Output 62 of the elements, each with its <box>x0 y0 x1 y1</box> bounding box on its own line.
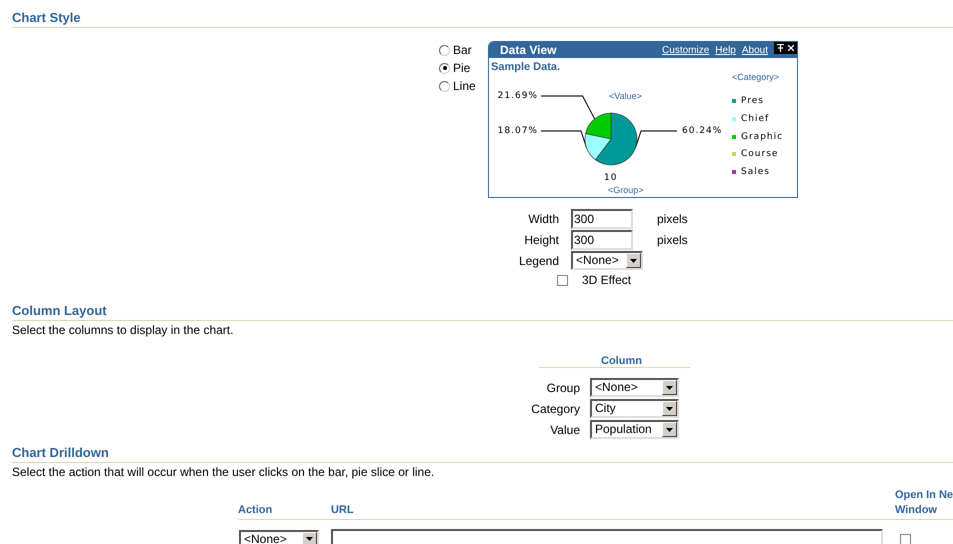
legend-title: <Category> <box>732 72 780 82</box>
radio-button[interactable] <box>439 44 450 56</box>
data-label: 21.69% <box>498 91 538 101</box>
column-header: URL <box>330 504 354 516</box>
unit-label: pixels <box>657 210 688 228</box>
section-title: Column Layout <box>12 303 107 319</box>
dropdown[interactable]: <None> <box>239 530 319 544</box>
dropdown[interactable]: City <box>590 399 679 418</box>
panel-title: Data View <box>500 42 558 59</box>
group-value: 10 <box>604 173 618 183</box>
section-description: Select the action that will occur when the user clicks on the bar, pie slice or line. <box>12 465 434 479</box>
radio-label: Bar <box>453 42 472 59</box>
field-label: Width <box>527 210 560 228</box>
checkbox-label: 3D Effect <box>582 272 632 289</box>
leader-line <box>540 96 596 120</box>
legend-label: Sales <box>741 167 770 178</box>
link[interactable]: Help <box>715 42 736 58</box>
field-label: Value <box>549 422 581 438</box>
checkbox[interactable] <box>557 274 568 286</box>
column-header: Column <box>601 355 642 367</box>
unit-label: pixels <box>657 232 688 248</box>
radio-button[interactable] <box>439 80 450 92</box>
legend-label: Chief <box>741 114 770 124</box>
section-title: Chart Style <box>12 10 81 26</box>
caret-icon <box>666 428 673 432</box>
pin-icon[interactable] <box>777 44 784 52</box>
dropdown[interactable]: Population <box>590 420 679 439</box>
input-field[interactable]: 300 <box>571 230 633 250</box>
input-field[interactable] <box>331 529 883 544</box>
link[interactable]: About <box>742 42 768 58</box>
column-header: Action <box>238 503 274 518</box>
caret-icon <box>666 386 673 390</box>
legend-label: Graphic <box>741 132 784 142</box>
field-label: Category <box>530 400 581 418</box>
column-header: Open In Ne <box>894 488 953 503</box>
data-label: 18.07% <box>498 126 538 136</box>
dropdown[interactable]: <None> <box>571 251 643 270</box>
section-description: Select the columns to display in the chart. <box>12 323 234 337</box>
link[interactable]: Customize <box>662 42 710 58</box>
close-icon[interactable] <box>788 45 794 51</box>
leader-line <box>540 130 588 149</box>
radio-label: Pie <box>453 60 470 77</box>
axis-label: <Value> <box>609 91 642 101</box>
field-label: Legend <box>518 252 560 270</box>
data-label: 60.24% <box>682 126 722 136</box>
checkbox[interactable] <box>900 534 911 544</box>
input-field[interactable]: 300 <box>571 208 633 228</box>
legend-label: Course <box>741 149 778 160</box>
legend-label: Pres <box>741 96 764 106</box>
field-label: Group <box>546 380 581 396</box>
caret-icon <box>306 537 313 541</box>
dropdown[interactable]: <None> <box>590 378 679 397</box>
chart-subtitle: Sample Data. <box>491 61 560 73</box>
leader-line <box>635 130 678 148</box>
radio-label: Line <box>453 78 476 95</box>
caret-icon <box>666 406 673 410</box>
caret-icon <box>630 258 637 262</box>
section-title: Chart Drilldown <box>12 445 109 461</box>
radio-button[interactable] <box>439 62 450 74</box>
field-label: Height <box>523 232 560 248</box>
column-header: Window <box>894 503 938 518</box>
axis-label: <Group> <box>608 185 644 195</box>
